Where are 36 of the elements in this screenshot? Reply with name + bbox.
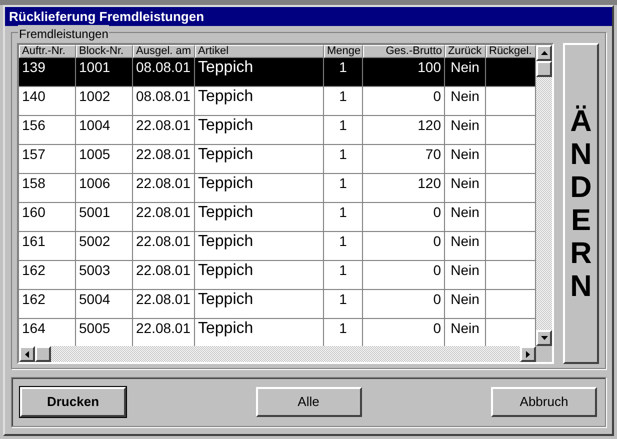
table-row[interactable]: 161 5002 22.08.01 Teppich 1 0 Nein [19, 232, 536, 261]
column-header[interactable]: Auftr.-Nr. [19, 45, 76, 58]
column-header[interactable]: Rückgel. [486, 45, 536, 58]
down-arrow-icon [540, 336, 548, 340]
group-title: Fremdleistungen [18, 25, 110, 43]
cancel-button[interactable]: Abbruch [491, 387, 597, 417]
right-arrow-icon [526, 350, 530, 358]
up-arrow-icon [540, 51, 548, 55]
scrollbar-corner [536, 346, 552, 362]
print-button[interactable]: Drucken [20, 387, 126, 417]
scroll-up-button[interactable] [536, 45, 552, 61]
table-row[interactable]: 158 1006 22.08.01 Teppich 1 120 Nein [19, 174, 536, 203]
table-row[interactable]: 156 1004 22.08.01 Teppich 1 120 Nein [19, 116, 536, 145]
scroll-down-button[interactable] [536, 330, 552, 346]
column-header[interactable]: Ausgel. am [133, 45, 195, 58]
scroll-left-button[interactable] [19, 346, 35, 362]
all-button[interactable]: Alle [256, 387, 362, 417]
vertical-scrollbar[interactable] [536, 45, 552, 346]
column-header[interactable]: Menge [324, 45, 363, 58]
table-row[interactable]: 162 5004 22.08.01 Teppich 1 0 Nein [19, 290, 536, 319]
column-header[interactable]: Block-Nr. [76, 45, 133, 58]
table-row[interactable]: 157 1005 22.08.01 Teppich 1 70 Nein [19, 145, 536, 174]
scroll-thumb[interactable] [35, 346, 51, 362]
scroll-thumb[interactable] [536, 61, 552, 77]
left-arrow-icon [25, 350, 29, 358]
column-header[interactable]: Ges.-Brutto [363, 45, 445, 58]
column-header[interactable]: Zurück [445, 45, 486, 58]
window-title: Rücklieferung Fremdleistungen [9, 8, 204, 26]
table-row[interactable]: 140 1002 08.08.01 Teppich 1 0 Nein [19, 87, 536, 116]
change-button[interactable]: ÄNDERN [563, 43, 599, 364]
table-row[interactable]: 160 5001 22.08.01 Teppich 1 0 Nein [19, 203, 536, 232]
column-header[interactable]: Artikel [195, 45, 324, 58]
horizontal-scrollbar[interactable] [19, 346, 536, 362]
table-row[interactable]: 162 5003 22.08.01 Teppich 1 0 Nein [19, 261, 536, 290]
table-row[interactable]: 139 1001 08.08.01 Teppich 1 100 Nein [19, 58, 536, 87]
scroll-right-button[interactable] [520, 346, 536, 362]
